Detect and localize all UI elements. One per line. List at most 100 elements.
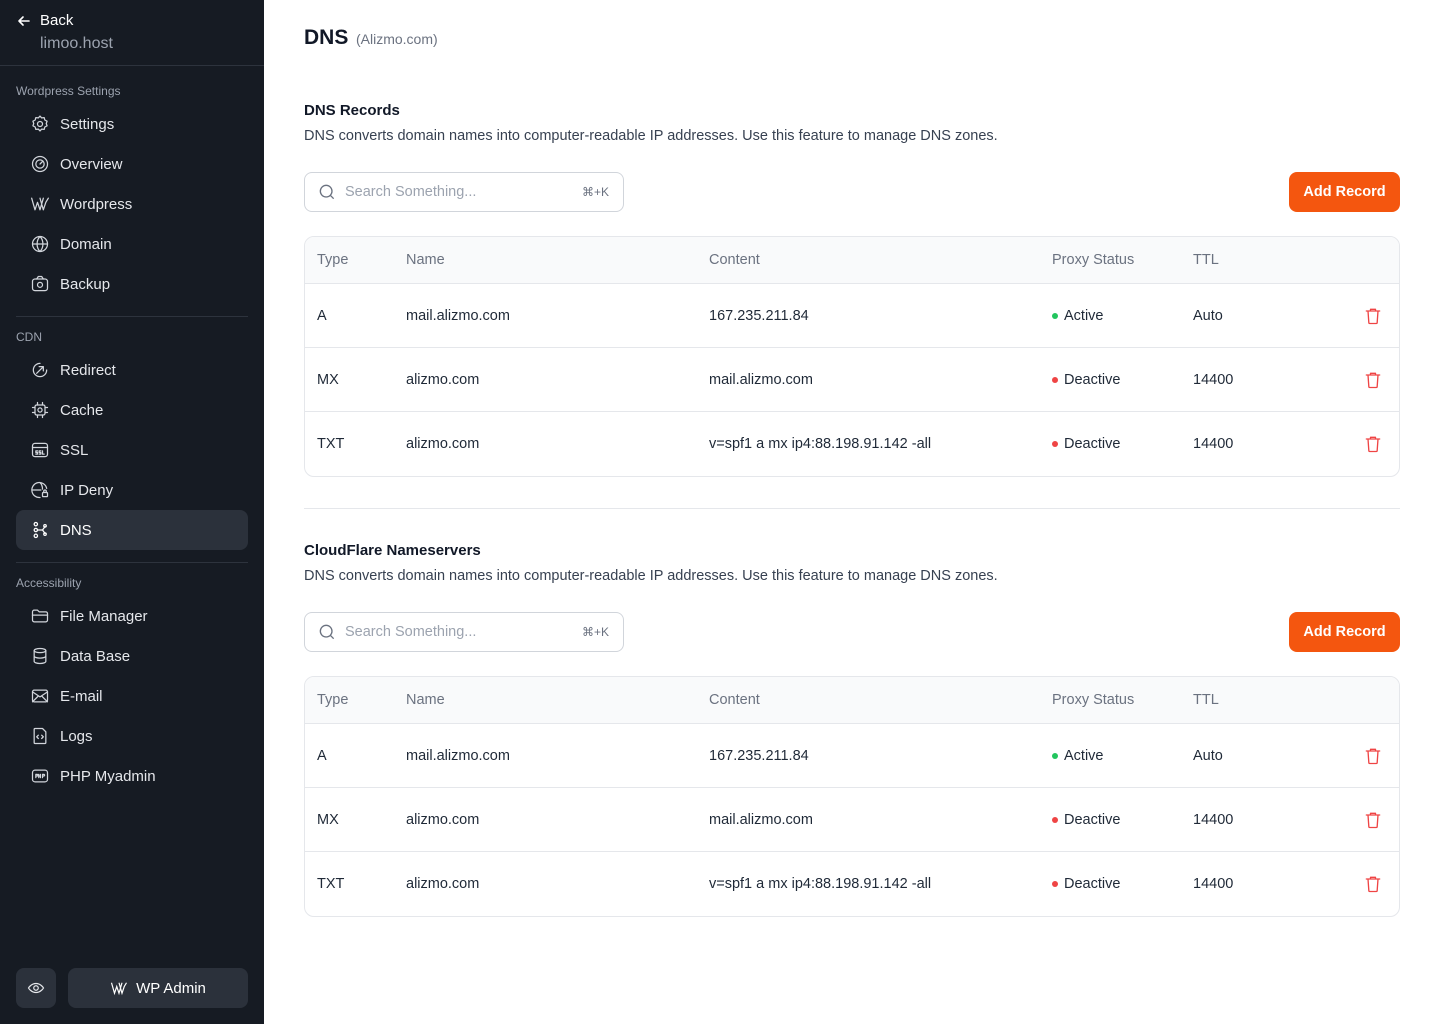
cell-name: alizmo.com — [406, 811, 480, 828]
preview-button[interactable] — [16, 968, 56, 1008]
trash-icon — [1365, 748, 1381, 765]
column-header-type: Type — [317, 692, 349, 708]
cell-type: A — [317, 747, 327, 764]
sidebar-item-redirect[interactable]: Redirect — [16, 350, 248, 390]
status-badge: Active — [1052, 284, 1104, 347]
column-header-name: Name — [406, 692, 445, 708]
sidebar-item-label: Redirect — [60, 361, 116, 379]
back-button[interactable]: Back — [16, 12, 73, 29]
sidebar-item-label: File Manager — [60, 607, 148, 625]
sidebar-item-ip-deny[interactable]: IP Deny — [16, 470, 248, 510]
status-dot — [1052, 312, 1058, 319]
section-divider — [304, 508, 1400, 509]
host-name: limoo.host — [40, 35, 113, 52]
delete-button[interactable] — [1363, 370, 1383, 390]
dns-records-table: Type Name Content Proxy Status TTL A mai… — [304, 236, 1400, 477]
search-input[interactable]: Search Something... ⌘+K — [304, 612, 624, 652]
sidebar-item-wordpress[interactable]: Wordpress — [16, 184, 248, 224]
status-badge: Deactive — [1052, 412, 1120, 476]
sidebar-item-label: Backup — [60, 275, 111, 293]
cell-name: mail.alizmo.com — [406, 747, 510, 764]
gauge-icon — [31, 155, 49, 173]
database-icon — [33, 647, 47, 665]
code-file-icon — [33, 727, 47, 745]
cell-content: mail.alizmo.com — [709, 811, 813, 828]
wp-admin-button[interactable]: WP Admin — [68, 968, 248, 1008]
cell-content: 167.235.211.84 — [709, 747, 809, 764]
delete-button[interactable] — [1363, 874, 1383, 894]
cell-type: TXT — [317, 436, 345, 452]
cell-type: MX — [317, 811, 339, 828]
sidebar-item-domain[interactable]: Domain — [16, 224, 248, 264]
sidebar-item-email[interactable]: E-mail — [16, 676, 248, 716]
page-title: DNS — [304, 26, 349, 49]
search-input[interactable]: Search Something... ⌘+K — [304, 172, 624, 212]
gear-icon — [32, 115, 48, 132]
sidebar-item-overview[interactable]: Overview — [16, 144, 248, 184]
delete-button[interactable] — [1363, 746, 1383, 766]
sidebar-item-label: IP Deny — [60, 481, 114, 499]
column-header-ttl: TTL — [1193, 252, 1219, 268]
sidebar-item-label: Logs — [60, 727, 93, 745]
sidebar-item-label: Overview — [60, 155, 123, 173]
status-dot — [1052, 816, 1058, 823]
php-icon — [31, 769, 49, 783]
page-subtitle: (Alizmo.com) — [356, 31, 438, 47]
delete-button[interactable] — [1363, 306, 1383, 326]
trash-icon — [1365, 372, 1381, 389]
nameservers-table: Type Name Content Proxy Status TTL A mai… — [304, 676, 1400, 917]
folder-icon — [31, 609, 49, 623]
column-header-type: Type — [317, 252, 349, 268]
column-header-content: Content — [709, 252, 760, 268]
status-label: Deactive — [1064, 876, 1121, 892]
cell-ttl: 14400 — [1193, 811, 1234, 828]
cell-content: v=spf1 a mx ip4:88.198.91.142 -all — [709, 436, 932, 452]
sidebar-item-logs[interactable]: Logs — [16, 716, 248, 756]
cell-ttl: 14400 — [1193, 876, 1234, 892]
status-badge: Deactive — [1052, 348, 1120, 411]
section-title-accessibility: Accessibility — [16, 576, 82, 590]
add-record-button[interactable]: Add Record — [1289, 172, 1400, 212]
cell-type: TXT — [317, 876, 345, 892]
table-row: MX alizmo.com mail.alizmo.com Deactive 1… — [305, 348, 1399, 412]
sidebar: Back limoo.host Wordpress Settings Setti… — [0, 0, 264, 1024]
cell-type: MX — [317, 371, 339, 388]
back-label: Back — [40, 12, 74, 29]
search-placeholder: Search Something... — [345, 184, 477, 200]
sidebar-item-file-manager[interactable]: File Manager — [16, 596, 248, 636]
cell-name: mail.alizmo.com — [406, 307, 510, 324]
sidebar-item-settings[interactable]: Settings — [16, 104, 248, 144]
sidebar-item-ssl[interactable]: SSL — [16, 430, 248, 470]
sidebar-item-backup[interactable]: Backup — [16, 264, 248, 304]
sidebar-item-cache[interactable]: Cache — [16, 390, 248, 430]
status-label: Deactive — [1064, 436, 1121, 452]
delete-button[interactable] — [1363, 434, 1383, 454]
divider — [0, 65, 264, 66]
cell-ttl: Auto — [1193, 747, 1223, 764]
status-label: Active — [1064, 747, 1104, 764]
delete-button[interactable] — [1363, 810, 1383, 830]
sidebar-item-label: E-mail — [60, 687, 103, 705]
status-badge: Deactive — [1052, 788, 1120, 851]
cell-name: alizmo.com — [406, 371, 480, 388]
add-record-button[interactable]: Add Record — [1289, 612, 1400, 652]
sidebar-item-label: SSL — [60, 441, 89, 459]
trash-icon — [1365, 876, 1381, 893]
wordpress-icon — [31, 197, 49, 211]
sidebar-item-php-myadmin[interactable]: PHP Myadmin — [16, 756, 248, 796]
dns-icon — [33, 521, 47, 539]
sidebar-item-dns[interactable]: DNS — [16, 510, 248, 550]
ssl-icon — [31, 442, 49, 458]
table-row: MX alizmo.com mail.alizmo.com Deactive 1… — [305, 788, 1399, 852]
section-title-cloudflare-nameservers: CloudFlare Nameservers — [304, 542, 481, 559]
column-header-content: Content — [709, 692, 760, 708]
cell-content: 167.235.211.84 — [709, 307, 809, 324]
column-header-ttl: TTL — [1193, 692, 1219, 708]
sidebar-item-database[interactable]: Data Base — [16, 636, 248, 676]
mail-icon — [31, 689, 49, 703]
cell-content: v=spf1 a mx ip4:88.198.91.142 -all — [709, 876, 932, 892]
eye-icon — [27, 982, 45, 994]
sidebar-item-label: Data Base — [60, 647, 131, 665]
column-header-proxy-status: Proxy Status — [1052, 252, 1135, 268]
status-label: Deactive — [1064, 371, 1121, 388]
